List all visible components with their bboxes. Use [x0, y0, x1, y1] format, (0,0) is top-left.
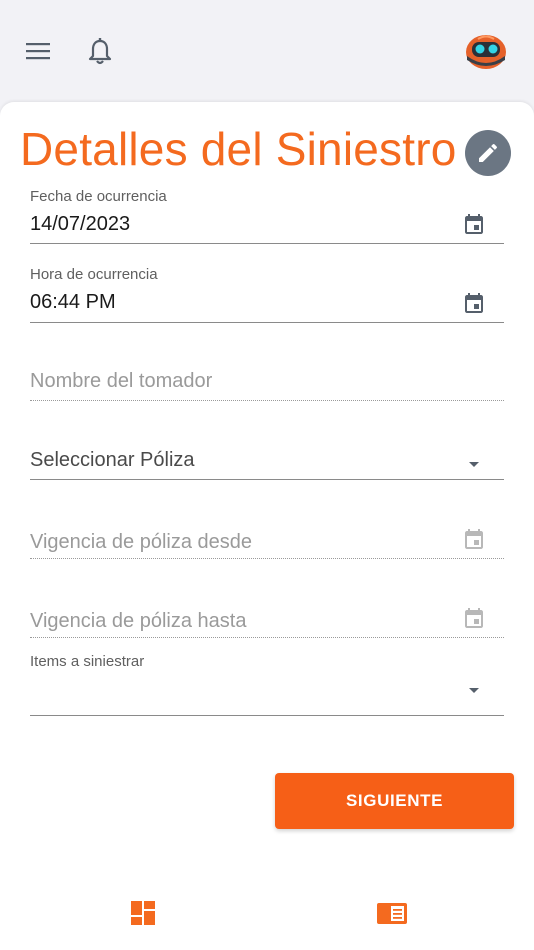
robot-avatar-icon[interactable]	[464, 30, 508, 72]
calendar-icon	[462, 606, 486, 630]
dropdown-arrow-icon[interactable]	[462, 452, 486, 476]
fecha-ocurrencia-underline	[30, 243, 504, 244]
fecha-ocurrencia-value[interactable]: 14/07/2023	[30, 213, 130, 236]
items-siniestrar-underline	[30, 715, 504, 716]
hamburger-menu-icon[interactable]	[24, 38, 52, 64]
hora-ocurrencia-value[interactable]: 06:44 PM	[30, 291, 116, 314]
nombre-tomador-field[interactable]: Nombre del tomador	[30, 366, 504, 406]
vigencia-hasta-field[interactable]: Vigencia de póliza hasta	[30, 605, 504, 643]
poliza-select[interactable]: Seleccionar Póliza	[30, 446, 504, 484]
pencil-icon[interactable]	[465, 130, 511, 176]
poliza-select-underline	[30, 479, 504, 480]
hora-ocurrencia-underline	[30, 322, 504, 323]
hora-ocurrencia-label: Hora de ocurrencia	[30, 266, 158, 283]
poliza-select-value[interactable]: Seleccionar Póliza	[30, 449, 195, 472]
vigencia-hasta-underline	[30, 637, 504, 638]
page-title: Detalles del Siniestro	[20, 123, 457, 175]
calendar-icon[interactable]	[462, 212, 486, 236]
siguiente-button[interactable]: SIGUIENTE	[275, 773, 514, 829]
hora-ocurrencia-field[interactable]: Hora de ocurrencia 06:44 PM	[30, 264, 504, 324]
vigencia-desde-field[interactable]: Vigencia de póliza desde	[30, 526, 504, 564]
nombre-tomador-underline	[30, 400, 504, 401]
vigencia-hasta-placeholder[interactable]: Vigencia de póliza hasta	[30, 610, 246, 633]
vigencia-desde-placeholder[interactable]: Vigencia de póliza desde	[30, 531, 252, 554]
fecha-ocurrencia-label: Fecha de ocurrencia	[30, 188, 167, 205]
nombre-tomador-placeholder[interactable]: Nombre del tomador	[30, 370, 212, 393]
items-siniestrar-label: Items a siniestrar	[30, 653, 145, 670]
vigencia-desde-underline	[30, 558, 504, 559]
document-list-icon[interactable]	[376, 900, 408, 926]
dashboard-icon[interactable]	[130, 900, 158, 926]
calendar-icon	[462, 527, 486, 551]
calendar-icon[interactable]	[462, 291, 486, 315]
dropdown-arrow-icon[interactable]	[462, 678, 486, 702]
bell-icon[interactable]	[86, 36, 114, 66]
fecha-ocurrencia-field[interactable]: Fecha de ocurrencia 14/07/2023	[30, 186, 504, 246]
top-app-bar	[0, 0, 534, 102]
items-siniestrar-select[interactable]: Items a siniestrar	[30, 652, 504, 718]
